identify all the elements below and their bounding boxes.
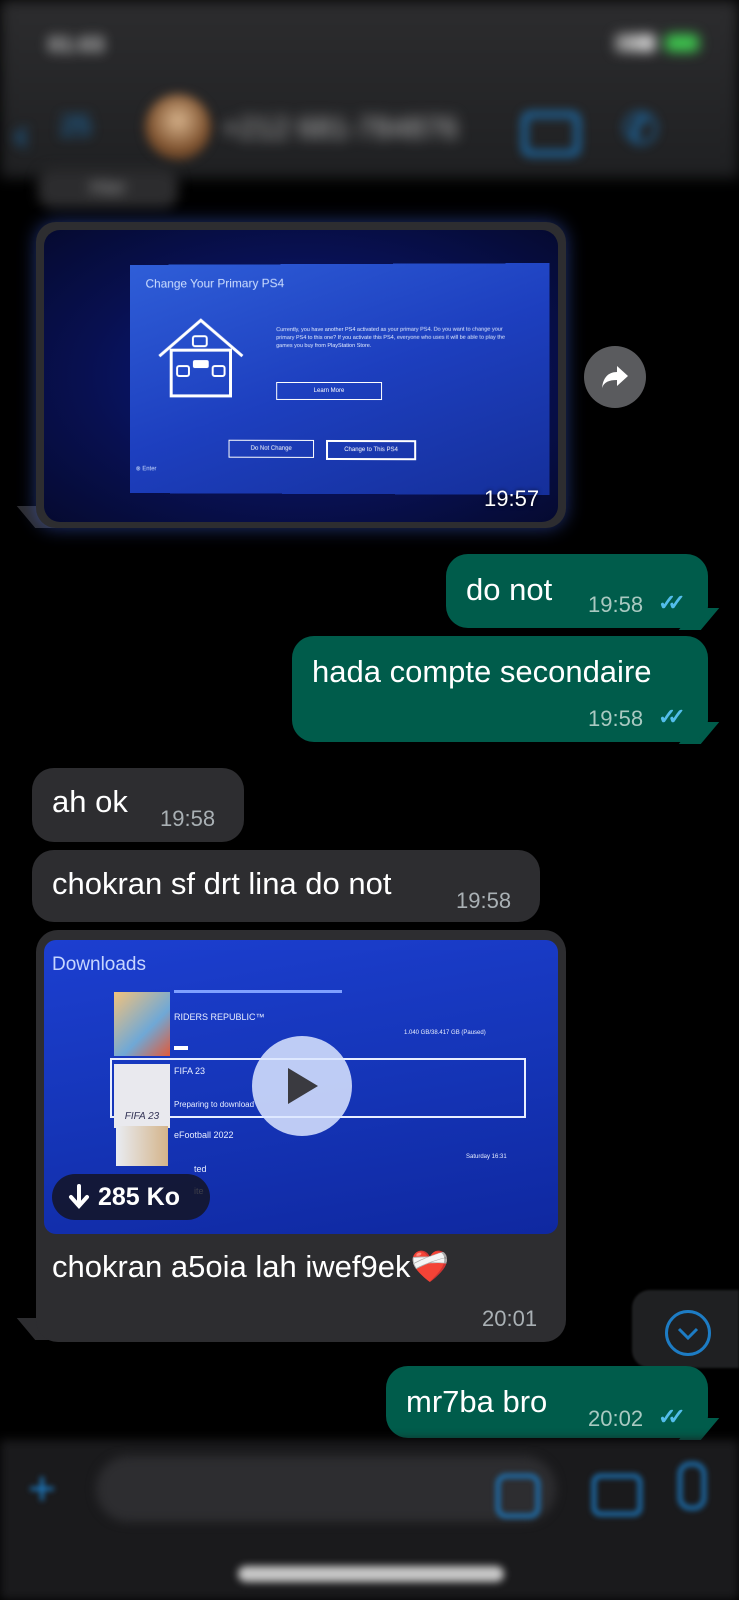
video-camera-icon[interactable] [522, 112, 580, 156]
incoming-message-bubble[interactable]: chokran sf drt lina do not 19:58 [32, 850, 540, 922]
download-status: ted [194, 1164, 207, 1174]
read-ticks-icon: ✓✓ [658, 704, 686, 729]
ps4-enter-hint: ⊗ Enter [135, 466, 157, 473]
outgoing-message-bubble[interactable]: do not 19:58 ✓✓ [446, 554, 708, 628]
chevron-left-icon[interactable]: ‹ [14, 110, 29, 160]
progress-fill [174, 1046, 188, 1050]
message-time: 20:01 [482, 1306, 538, 1331]
sticker-icon[interactable] [496, 1474, 540, 1518]
ps4-enter-label: Enter [142, 466, 157, 473]
message-text: hada compte secondaire [312, 654, 652, 689]
contact-name[interactable]: +212 681-784876 [222, 112, 458, 146]
home-indicator [238, 1566, 504, 1582]
play-button[interactable] [252, 1036, 352, 1136]
mic-icon[interactable] [678, 1462, 706, 1510]
message-text: chokran sf drt lina do not [52, 866, 392, 901]
signal-icon [615, 34, 655, 52]
message-input[interactable] [96, 1456, 556, 1522]
forward-icon [602, 366, 628, 388]
do-not-change-button: Do Not Change [228, 439, 315, 458]
forward-button[interactable] [584, 346, 646, 408]
game-title: eFootball 2022 [174, 1130, 234, 1140]
learn-more-button: Learn More [276, 381, 383, 401]
message-caption: chokran a5oia lah iwef9ek❤️‍🩹 [52, 1249, 450, 1284]
download-button[interactable]: 285 Ko [52, 1174, 210, 1220]
ps4-screenshot[interactable]: Change Your Primary PS4 Currently, you h… [44, 230, 558, 522]
change-ps4-button: Change to This PS4 [326, 439, 417, 461]
message-time: 20:02 [588, 1406, 644, 1431]
ps4-dialog-body: Currently, you have another PS4 activate… [276, 326, 506, 350]
plus-icon[interactable]: + [28, 1462, 56, 1517]
message-time: 19:58 [160, 806, 216, 831]
game-thumbnail: FIFA 23 [114, 1064, 170, 1128]
downloads-title: Downloads [52, 954, 146, 975]
game-title: RIDERS REPUBLIC™ [174, 1012, 265, 1022]
game-title: FIFA 23 [174, 1066, 206, 1076]
play-icon [288, 1068, 318, 1104]
date-separator: Hier [38, 168, 178, 208]
message-text: ah ok [52, 784, 128, 819]
battery-icon [665, 34, 699, 52]
progress-bar [174, 990, 342, 993]
download-status: Preparing to download [174, 1100, 255, 1109]
home-console-icon [155, 316, 246, 400]
message-text: mr7ba bro [406, 1384, 548, 1419]
status-time: 01:03 [48, 32, 105, 57]
message-time: 19:58 [456, 888, 512, 913]
unread-count[interactable]: 25 [60, 110, 91, 142]
message-time: 19:58 [588, 706, 644, 731]
download-arrow-icon [69, 1184, 89, 1210]
camera-icon[interactable] [592, 1474, 642, 1516]
avatar[interactable] [145, 94, 211, 160]
outgoing-message-bubble[interactable]: mr7ba bro 20:02 ✓✓ [386, 1366, 708, 1438]
read-ticks-icon: ✓✓ [658, 1404, 686, 1429]
status-icons [615, 34, 699, 52]
chevron-down-icon[interactable] [665, 1310, 711, 1356]
message-text: do not [466, 572, 553, 607]
game-thumbnail [114, 992, 170, 1056]
download-date: Saturday 16:31 [466, 1154, 507, 1160]
read-ticks-icon: ✓✓ [658, 590, 686, 615]
game-thumbnail [116, 1126, 168, 1166]
ps4-dialog: Change Your Primary PS4 Currently, you h… [129, 263, 550, 495]
message-time: 19:57 [484, 486, 540, 511]
message-time: 19:58 [588, 592, 644, 617]
video-size: 285 Ko [98, 1182, 180, 1211]
phone-icon[interactable]: ✆ [622, 104, 659, 155]
incoming-message-bubble[interactable]: ah ok 19:58 [32, 768, 244, 842]
outgoing-message-bubble[interactable]: hada compte secondaire 19:58 ✓✓ [292, 636, 708, 742]
ps4-dialog-title: Change Your Primary PS4 [145, 276, 285, 291]
download-progress: 1.040 GB/38.417 GB (Paused) [404, 1030, 486, 1036]
